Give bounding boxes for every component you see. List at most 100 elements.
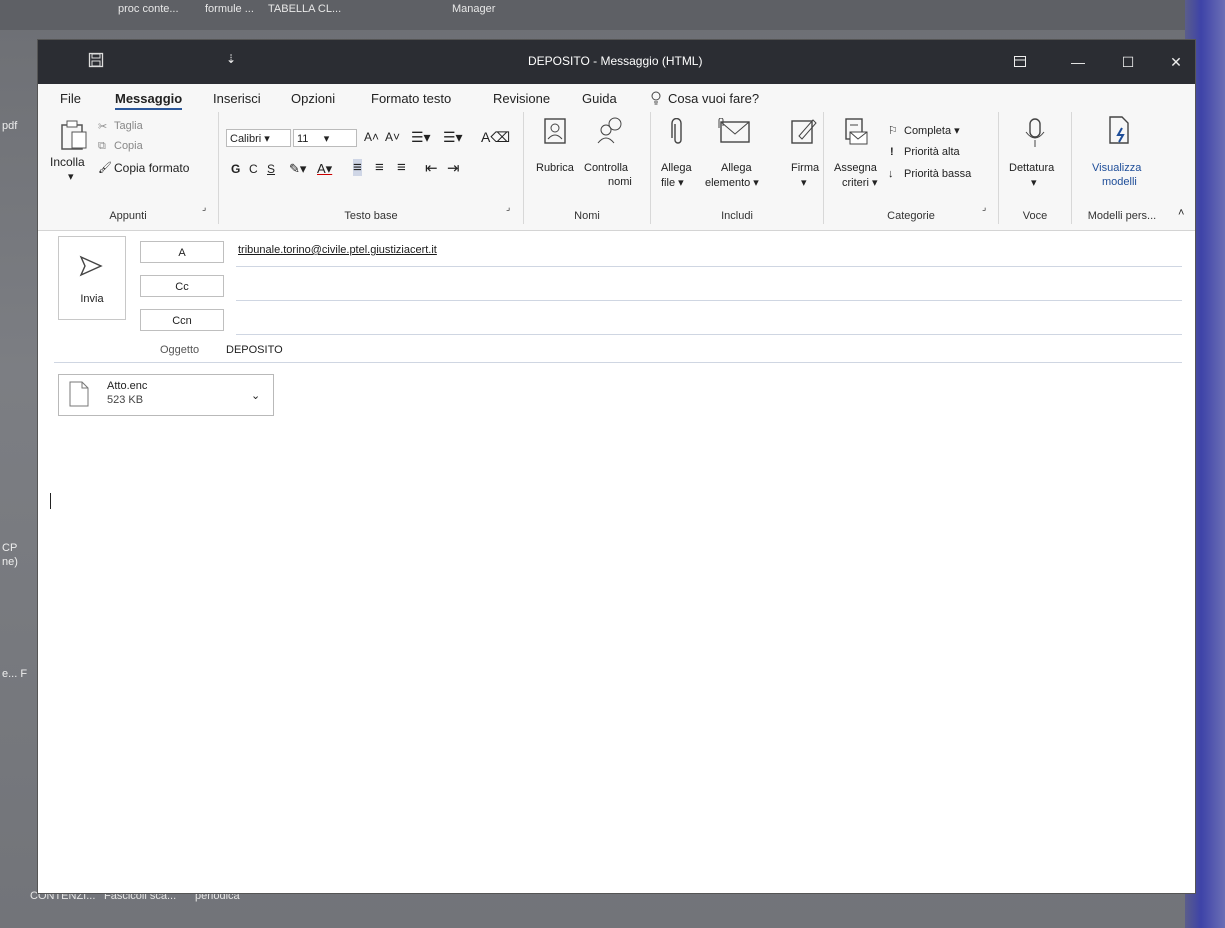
subject-field[interactable]: DEPOSITO xyxy=(226,344,283,356)
message-body-caret[interactable] xyxy=(50,493,51,509)
group-appunti: Incolla ▾ ✂ Taglia ⧉ Copia 🖌 Copia forma… xyxy=(38,112,219,224)
scissors-icon: ✂ xyxy=(98,121,108,133)
group-categorie: Assegna criteri ▾ ⚐ Completa ▾ ! Priorit… xyxy=(824,112,999,224)
grow-font-icon[interactable]: A˄ xyxy=(364,130,379,144)
to-field[interactable]: tribunale.torino@civile.ptel.giustiziace… xyxy=(238,244,437,256)
desktop-taskbar-top: proc conte... formule ... TABELLA CL... … xyxy=(0,0,1225,30)
to-field-underline xyxy=(236,266,1182,267)
attachment-item[interactable]: Atto.enc 523 KB ⌄ xyxy=(58,374,274,416)
cc-field[interactable] xyxy=(236,300,1182,301)
collapse-ribbon-icon[interactable]: ˄ xyxy=(1178,207,1184,219)
subject-underline xyxy=(54,362,1182,363)
numbering-icon[interactable]: ☰▾ xyxy=(443,129,463,146)
dictate-button[interactable]: Dettatura xyxy=(1009,162,1054,174)
desktop-item[interactable]: Manager xyxy=(452,3,495,15)
format-painter-icon: 🖌 xyxy=(98,162,112,174)
follow-up-button[interactable]: Completa ▾ xyxy=(904,124,960,137)
dialog-launcher-icon[interactable]: ⌟ xyxy=(506,202,510,213)
tab-guida[interactable]: Guida xyxy=(582,91,617,106)
dialog-launcher-icon[interactable]: ⌟ xyxy=(202,202,206,213)
subject-label: Oggetto xyxy=(160,344,200,356)
attachment-size: 523 KB xyxy=(107,394,144,406)
address-book-icon xyxy=(544,118,566,149)
italic-button[interactable]: C xyxy=(249,162,258,176)
copy-button[interactable]: Copia xyxy=(114,140,143,152)
attach-item-icon xyxy=(717,117,751,149)
font-size-select[interactable]: 11 ▾ xyxy=(293,129,357,147)
bullets-icon[interactable]: ☰▾ xyxy=(411,129,431,146)
cut-button[interactable]: Taglia xyxy=(114,120,143,132)
group-label: Modelli pers... xyxy=(1087,210,1157,222)
attach-file-label: file ▾ xyxy=(661,177,684,189)
check-names-button[interactable]: Controlla xyxy=(584,162,628,174)
highlight-icon[interactable]: ✎▾ xyxy=(289,161,306,177)
desktop-item[interactable]: ne) xyxy=(2,556,18,568)
templates-icon xyxy=(1108,116,1132,151)
maximize-button[interactable]: ☐ xyxy=(1108,48,1148,76)
bcc-field[interactable] xyxy=(236,334,1182,335)
tab-file[interactable]: File xyxy=(60,91,81,106)
signature-dropdown-icon[interactable]: ▾ xyxy=(801,176,807,189)
align-right-icon[interactable]: ≡ xyxy=(397,159,406,176)
minimize-button[interactable]: — xyxy=(1058,48,1098,76)
send-label: Invia xyxy=(80,293,104,305)
group-modelli: Visualizza modelli Modelli pers... xyxy=(1072,112,1172,224)
tab-opzioni[interactable]: Opzioni xyxy=(291,91,335,106)
send-icon xyxy=(79,255,103,282)
desktop-item[interactable]: pdf xyxy=(2,120,17,132)
send-button[interactable]: Invia xyxy=(58,236,126,320)
attachment-menu-chevron-icon[interactable]: ⌄ xyxy=(251,389,260,402)
align-left-icon[interactable]: ≡ xyxy=(353,159,362,176)
attach-item-button[interactable]: Allega xyxy=(721,162,752,174)
low-importance-button[interactable]: Priorità bassa xyxy=(904,168,971,180)
cc-button[interactable]: Cc xyxy=(140,275,224,297)
group-label: Categorie xyxy=(887,210,935,222)
view-templates-button[interactable]: Visualizza xyxy=(1092,162,1141,174)
tell-me-search[interactable]: Cosa vuoi fare? xyxy=(668,91,759,106)
tab-formato-testo[interactable]: Formato testo xyxy=(371,91,451,106)
format-painter-button[interactable]: Copia formato xyxy=(114,161,189,175)
group-label: Nomi xyxy=(574,210,600,222)
quick-access-dropdown-icon[interactable]: ⇣ xyxy=(226,52,236,66)
to-button[interactable]: A xyxy=(140,241,224,263)
paste-button[interactable]: Incolla xyxy=(50,155,85,169)
low-importance-icon: ↓ xyxy=(888,168,894,180)
bcc-button[interactable]: Ccn xyxy=(140,309,224,331)
dictate-dropdown-icon[interactable]: ▾ xyxy=(1031,176,1037,189)
increase-indent-icon[interactable]: ⇥ xyxy=(447,159,460,177)
shrink-font-icon[interactable]: A˅ xyxy=(385,130,400,144)
address-book-button[interactable]: Rubrica xyxy=(536,162,574,174)
tab-messaggio[interactable]: Messaggio xyxy=(115,91,183,110)
ribbon-display-options-button[interactable] xyxy=(1000,48,1040,76)
group-nomi: Rubrica Controlla nomi Nomi xyxy=(524,112,651,224)
attach-file-button[interactable]: Allega xyxy=(661,162,692,174)
view-templates-label: modelli xyxy=(1102,176,1137,188)
attach-item-label: elemento ▾ xyxy=(705,177,759,189)
desktop-item[interactable]: CP xyxy=(2,542,17,554)
close-button[interactable]: ✕ xyxy=(1156,48,1196,76)
font-color-icon[interactable]: A▾ xyxy=(317,161,332,177)
high-importance-icon: ! xyxy=(890,146,894,158)
font-name-select[interactable]: Calibri ▾ xyxy=(226,129,291,147)
tab-revisione[interactable]: Revisione xyxy=(493,91,550,106)
save-icon[interactable] xyxy=(88,52,104,72)
assign-policy-button[interactable]: Assegna xyxy=(834,162,877,174)
desktop-item[interactable]: proc conte... xyxy=(118,3,179,15)
paperclip-icon xyxy=(671,117,685,151)
high-importance-button[interactable]: Priorità alta xyxy=(904,146,960,158)
align-center-icon[interactable]: ≡ xyxy=(375,159,384,176)
check-names-icon xyxy=(597,116,627,149)
bold-button[interactable]: G xyxy=(231,162,240,176)
tab-inserisci[interactable]: Inserisci xyxy=(213,91,261,106)
desktop-item[interactable]: formule ... xyxy=(205,3,254,15)
group-testo-base: Calibri ▾ 11 ▾ A˄ A˅ ☰▾ ☰▾ A⌫ G C S ✎▾ A… xyxy=(219,112,524,224)
desktop-item[interactable]: e... F xyxy=(2,668,27,680)
clear-formatting-icon[interactable]: A⌫ xyxy=(481,129,510,146)
signature-button[interactable]: Firma xyxy=(791,162,819,174)
title-bar: ⇣ DEPOSITO - Messaggio (HTML) — ☐ ✕ xyxy=(38,40,1195,84)
desktop-item[interactable]: TABELLA CL... xyxy=(268,3,341,15)
underline-button[interactable]: S xyxy=(267,162,275,176)
decrease-indent-icon[interactable]: ⇤ xyxy=(425,159,438,177)
paste-dropdown-icon[interactable]: ▾ xyxy=(68,170,74,183)
dialog-launcher-icon[interactable]: ⌟ xyxy=(982,202,986,213)
